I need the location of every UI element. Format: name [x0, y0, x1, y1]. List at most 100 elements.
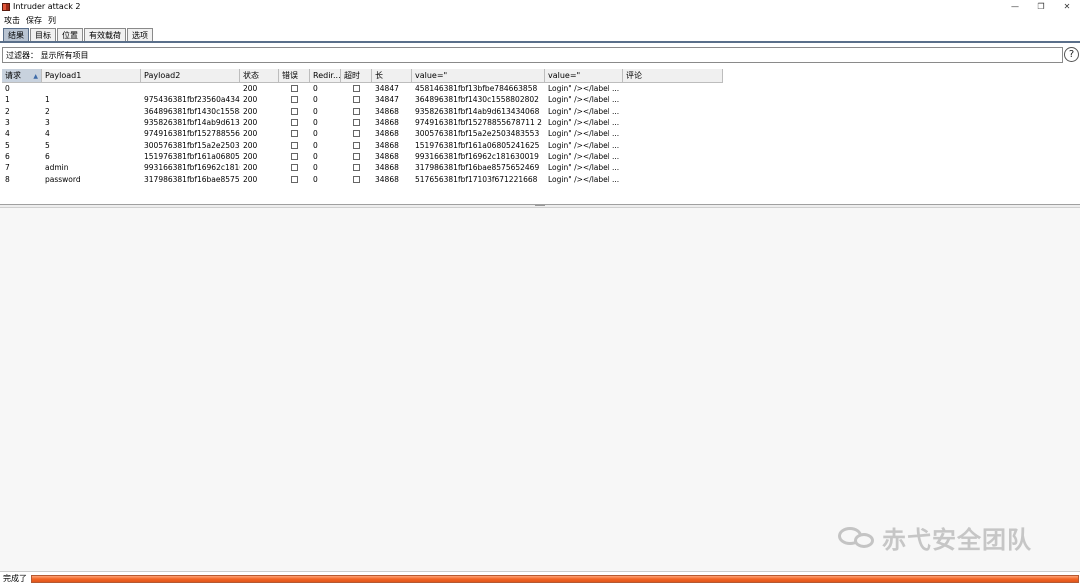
- cell-length: 34847: [375, 84, 399, 94]
- column-header-timeout[interactable]: 超时: [341, 69, 372, 83]
- cell-more: ...: [612, 118, 620, 128]
- cell-timeout: [341, 173, 372, 184]
- cell-request: 5: [5, 140, 10, 150]
- progress-fill: [32, 576, 1078, 582]
- cell-value-grep-1: 151976381fbf161a06805241625: [415, 140, 540, 150]
- column-header-request[interactable]: 请求 ▲: [2, 69, 42, 83]
- attack-progress-bar: [31, 575, 1079, 583]
- column-header-length[interactable]: 长: [372, 69, 412, 83]
- timeout-checkbox: [353, 85, 360, 93]
- cell-timeout: [341, 94, 372, 105]
- window-title: Intruder attack 2: [13, 2, 81, 11]
- cell-timeout: [341, 151, 372, 162]
- cell-status: 200: [243, 118, 258, 128]
- cell-more: ...: [612, 84, 620, 94]
- cell-value-grep-1: 300576381fbf15a2e2503483553: [415, 129, 540, 139]
- cell-value-grep-1: 517656381fbf17103f671221668: [415, 174, 538, 184]
- cell-error: [279, 94, 310, 105]
- help-icon[interactable]: ?: [1064, 47, 1079, 62]
- restore-icon[interactable]: ❐: [1028, 0, 1054, 13]
- minimize-icon[interactable]: —: [1002, 0, 1028, 13]
- cell-comment: [623, 106, 723, 117]
- tab-results[interactable]: 结果: [3, 28, 29, 41]
- table-row[interactable]: 1 1 975436381fbf23560a43494... 200 0 348…: [2, 94, 723, 105]
- menu-columns[interactable]: 列: [48, 15, 56, 26]
- table-row[interactable]: 2 2 364896381fbf1430c155880... 200 0 348…: [2, 106, 723, 117]
- cell-payload1: password: [45, 174, 81, 184]
- filter-bar[interactable]: 过滤器： 显示所有项目: [2, 47, 1063, 63]
- column-header-comment[interactable]: 评论: [623, 69, 723, 83]
- cell-value-grep-2: Login" /></label>: [548, 118, 609, 128]
- cell-error: [279, 139, 310, 150]
- tab-payloads[interactable]: 有效载荷: [84, 28, 126, 41]
- tab-target[interactable]: 目标: [30, 28, 56, 41]
- cell-payload1: 2: [45, 106, 50, 116]
- column-header-error[interactable]: 错误: [279, 69, 310, 83]
- menu-bar: 攻击 保存 列: [0, 13, 1080, 27]
- filter-text: 过滤器： 显示所有项目: [6, 50, 89, 60]
- column-header-payload2[interactable]: Payload2: [141, 69, 240, 83]
- table-row[interactable]: 8 password 317986381fbf16bae857565... 20…: [2, 173, 723, 184]
- cell-redirects: 0: [313, 163, 318, 173]
- close-icon[interactable]: ✕: [1054, 0, 1080, 13]
- timeout-checkbox: [353, 175, 360, 183]
- cell-redirects: 0: [313, 174, 318, 184]
- cell-comment: [623, 117, 723, 128]
- tab-options[interactable]: 选项: [127, 28, 153, 41]
- cell-length: 34868: [375, 151, 399, 161]
- cell-payload2: 364896381fbf1430c155880...: [144, 106, 240, 116]
- menu-save[interactable]: 保存: [26, 15, 42, 26]
- cell-length: 34868: [375, 163, 399, 173]
- table-row[interactable]: 0 200 0 34847 458146381fbf13bfbe78466385…: [2, 83, 723, 94]
- cell-value-grep-1: 935826381fbf14ab9d613434068: [415, 106, 540, 116]
- window-controls: — ❐ ✕: [1002, 0, 1080, 13]
- cell-request: 4: [5, 129, 10, 139]
- cell-value-grep-2: Login" /></label>: [548, 129, 609, 139]
- cell-length: 34868: [375, 129, 399, 139]
- column-header-value-grep-2[interactable]: value=": [545, 69, 623, 83]
- table-row[interactable]: 6 6 151976381fbf161a0680524... 200 0 348…: [2, 151, 723, 162]
- splitter-grip-icon[interactable]: [535, 205, 545, 207]
- column-header-payload1[interactable]: Payload1: [42, 69, 141, 83]
- cell-value-grep-2: Login" /></label>: [548, 163, 609, 173]
- burp-app-icon: [2, 2, 10, 11]
- cell-value-grep-1: 364896381fbf1430c1558802802: [415, 95, 539, 105]
- menu-attack[interactable]: 攻击: [4, 15, 20, 26]
- timeout-checkbox: [353, 130, 360, 138]
- results-table-panel: 请求 ▲ Payload1 Payload2 状态 错误 Redir... 超时…: [2, 69, 1078, 202]
- cell-redirects: 0: [313, 129, 318, 139]
- error-checkbox: [291, 119, 298, 127]
- error-checkbox: [291, 141, 298, 149]
- cell-length: 34868: [375, 118, 399, 128]
- timeout-checkbox: [353, 119, 360, 127]
- table-row[interactable]: 5 5 300576381fbf15a2e250348... 200 0 348…: [2, 139, 723, 150]
- cell-comment: [623, 139, 723, 150]
- cell-payload1: 5: [45, 140, 50, 150]
- cell-comment: [623, 128, 723, 139]
- cell-comment: [623, 162, 723, 173]
- cell-request: 8: [5, 174, 10, 184]
- title-bar: Intruder attack 2 — ❐ ✕: [0, 0, 1080, 13]
- table-row[interactable]: 4 4 974916381fbf15278855678... 200 0 348…: [2, 128, 723, 139]
- cell-value-grep-2: Login" /></label>: [548, 106, 609, 116]
- table-row[interactable]: 7 admin 993166381fbf16962c18163... 200 0…: [2, 162, 723, 173]
- tab-positions[interactable]: 位置: [57, 28, 83, 41]
- cell-payload2: 317986381fbf16bae857565...: [144, 174, 240, 184]
- column-header-redirects[interactable]: Redir...: [310, 69, 341, 83]
- column-header-status[interactable]: 状态: [240, 69, 279, 83]
- error-checkbox: [291, 130, 298, 138]
- cell-value-grep-1: 317986381fbf16bae8575652469: [415, 163, 540, 173]
- cell-request: 3: [5, 118, 10, 128]
- column-header-value-grep-1[interactable]: value=": [412, 69, 545, 83]
- cell-timeout: [341, 128, 372, 139]
- cell-error: [279, 106, 310, 117]
- error-checkbox: [291, 152, 298, 160]
- table-row[interactable]: 3 3 935826381fbf14ab9d61343... 200 0 348…: [2, 117, 723, 128]
- cell-status: 200: [243, 163, 258, 173]
- cell-payload2: [141, 83, 240, 94]
- cell-timeout: [341, 106, 372, 117]
- wechat-logo-icon: [838, 525, 878, 551]
- error-checkbox: [291, 107, 298, 115]
- cell-timeout: [341, 139, 372, 150]
- cell-redirects: 0: [313, 106, 318, 116]
